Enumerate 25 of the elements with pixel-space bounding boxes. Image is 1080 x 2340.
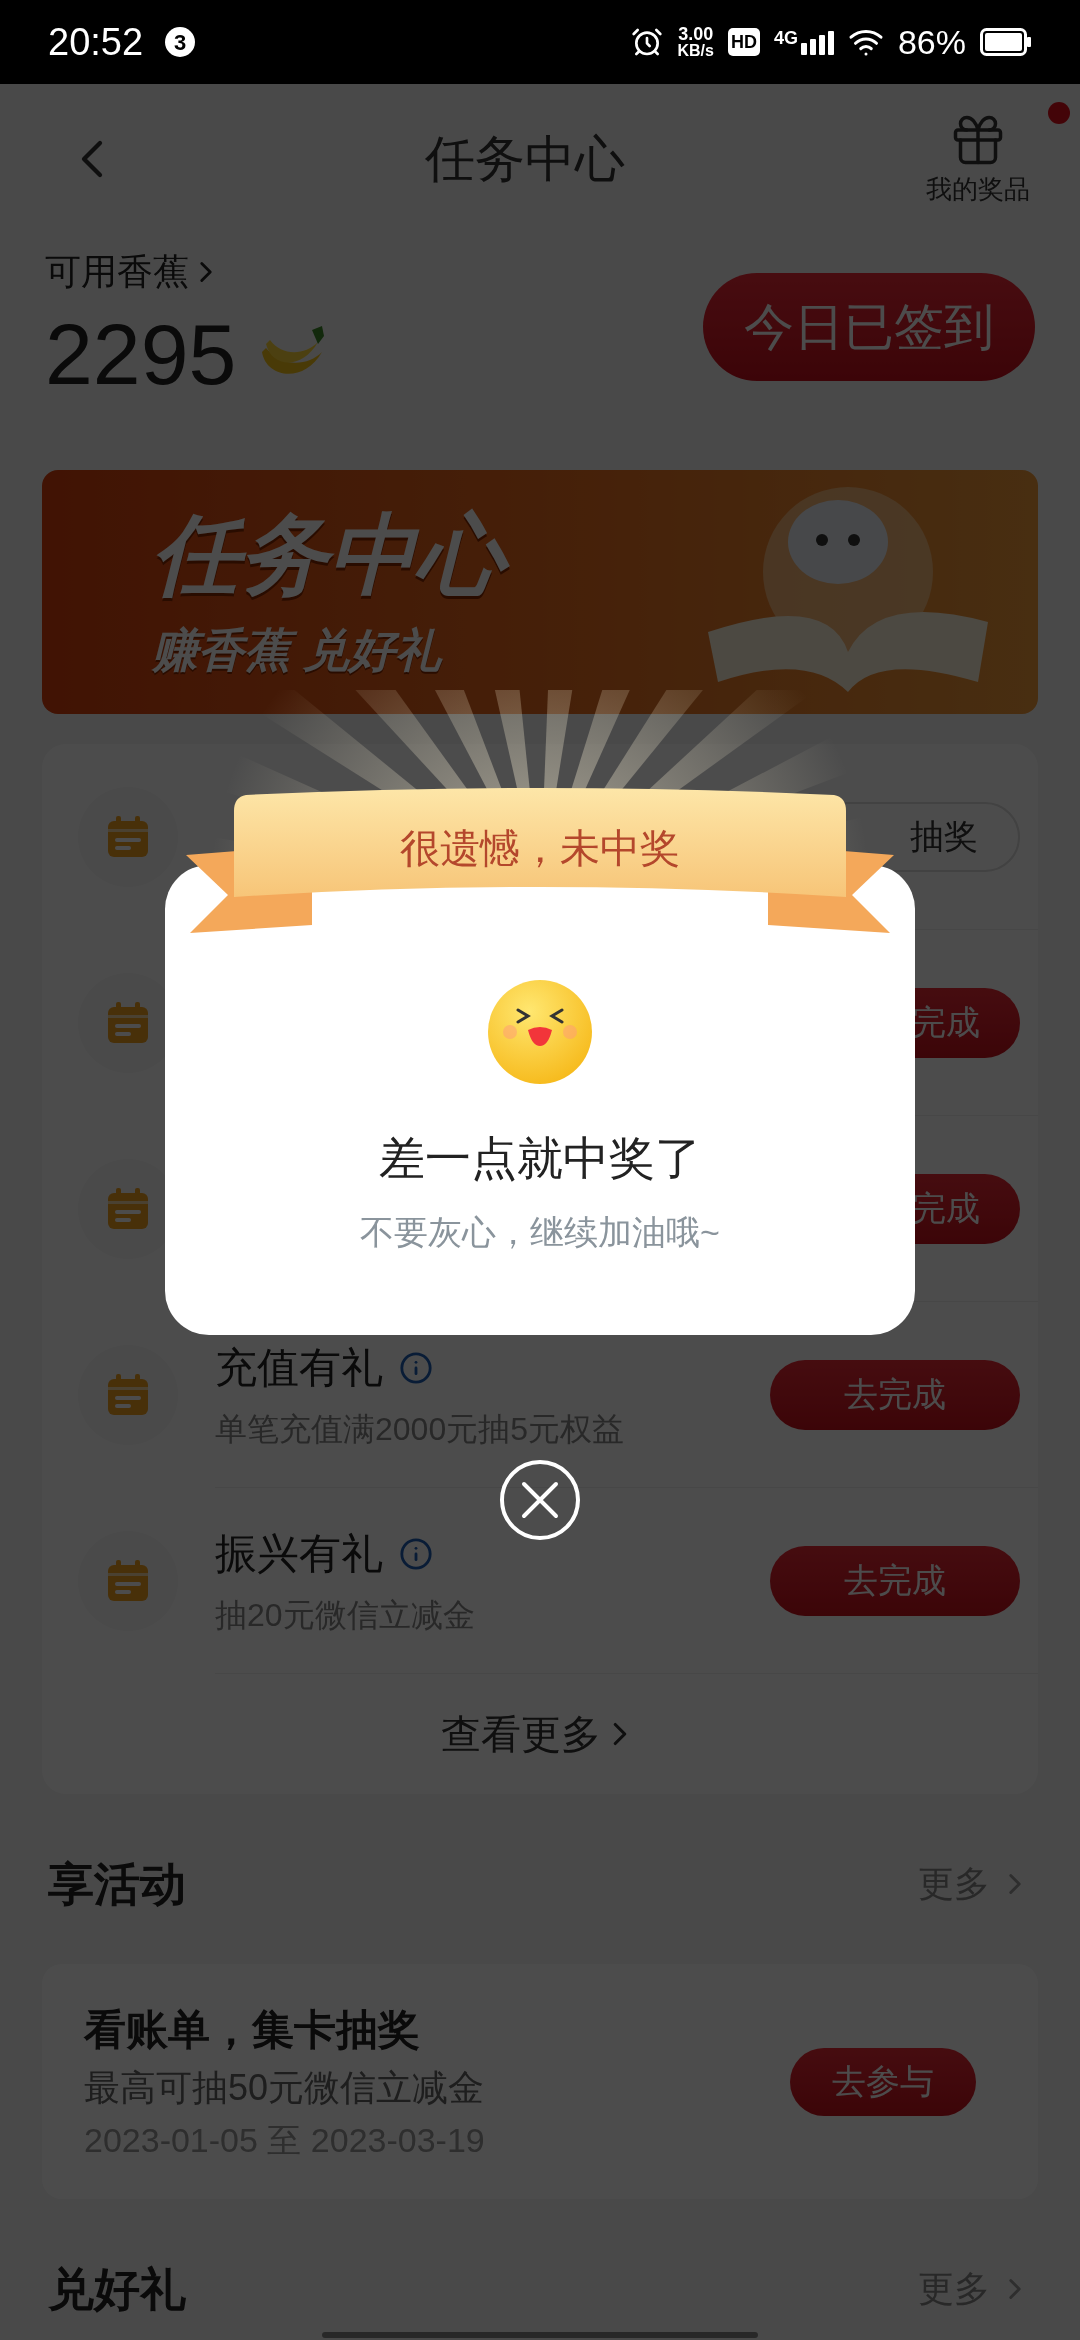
net-speed-unit: KB/s (677, 43, 714, 59)
battery-icon (980, 28, 1032, 56)
alarm-icon (631, 26, 664, 58)
banner-subtitle: 赚香蕉 兑好礼 (152, 622, 444, 678)
dialog-title: 差一点就中奖了 (379, 1131, 701, 1186)
banner-title: 任务中心 (152, 499, 520, 610)
section-heading: 兑好礼 (48, 2261, 186, 2317)
dialog-ribbon-text: 很遗憾，未中奖 (399, 825, 681, 872)
net-speed-value: 3.00 (678, 25, 714, 43)
network-type: 4G (773, 29, 798, 47)
task-title: 振兴有礼 (215, 1529, 383, 1579)
close-button[interactable] (500, 1460, 580, 1540)
section-heading: 享活动 (48, 1856, 186, 1912)
task-title: 充值有礼 (215, 1343, 383, 1393)
battery-percent: 86% (897, 21, 966, 63)
clock-time: 20:52 (48, 19, 144, 65)
points-value: 2295 (45, 305, 237, 404)
signal-icon (799, 29, 834, 55)
close-icon (520, 1480, 560, 1520)
activity-title: 看账单，集卡抽奖 (84, 2004, 421, 2055)
notification-count: 3 (165, 27, 196, 57)
page-title: 任务中心 (425, 129, 625, 189)
hd-badge: HD (727, 28, 760, 56)
emoji-face-icon (488, 980, 592, 1084)
dialog-message: 不要灰心，继续加油哦~ (360, 1212, 720, 1253)
